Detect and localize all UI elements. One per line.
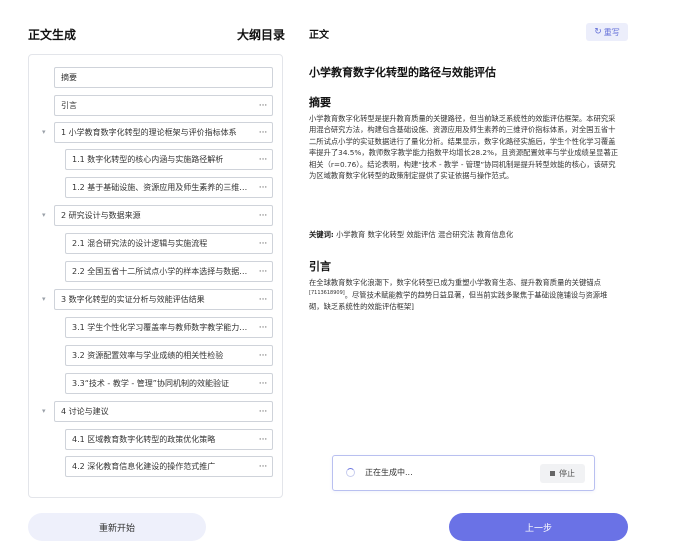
panel-title: 正文生成 <box>28 28 77 42</box>
outline-item[interactable]: 2.1 混合研究法的设计逻辑与实施流程 ··· <box>65 233 273 254</box>
outline-item[interactable]: 1.2 基于基础设施、资源应用及师生素养的三维评价 ··· <box>65 177 273 198</box>
stop-button[interactable]: 停止 <box>540 464 585 483</box>
more-options-icon[interactable]: ··· <box>254 351 272 361</box>
expand-caret-icon[interactable]: ▾ <box>42 211 46 219</box>
outline-item[interactable]: 引言 ··· <box>54 95 273 116</box>
expand-caret-icon[interactable]: ▾ <box>42 295 46 303</box>
generating-status: 正在生成中... 停止 <box>332 455 595 491</box>
citation: [7113618909] <box>309 290 345 297</box>
outline-item[interactable]: 4 讨论与建议 ··· <box>54 401 273 422</box>
outline-item-label: 1.1 数字化转型的核心内涵与实施路径解析 <box>72 155 224 164</box>
more-options-icon[interactable]: ··· <box>254 155 272 165</box>
abstract-heading: 摘要 <box>309 96 331 109</box>
outline-item-label: 3.2 资源配置效率与学业成绩的相关性检验 <box>72 351 224 360</box>
keywords: 关键词: 小学教育 数字化转型 效能评估 混合研究法 教育信息化 <box>309 230 619 240</box>
outline-item-label: 3 数字化转型的实证分析与效能评估结果 <box>61 295 205 304</box>
rewrite-label: 重写 <box>603 27 620 37</box>
expand-caret-icon[interactable]: ▾ <box>42 407 46 415</box>
more-options-icon[interactable]: ··· <box>254 435 272 445</box>
more-options-icon[interactable]: ··· <box>254 183 272 193</box>
rewrite-button[interactable]: ↻ 重写 <box>586 23 628 41</box>
document-title: 小学教育数字化转型的路径与效能评估 <box>309 66 496 79</box>
more-options-icon[interactable]: ··· <box>254 101 272 111</box>
more-options-icon[interactable]: ··· <box>254 379 272 389</box>
outline-item[interactable]: 4.1 区域教育数字化转型的政策优化策略 ··· <box>65 429 273 450</box>
intro-heading: 引言 <box>309 260 331 273</box>
keywords-text: 小学教育 数字化转型 效能评估 混合研究法 教育信息化 <box>336 230 514 239</box>
outline-item[interactable]: 1.1 数字化转型的核心内涵与实施路径解析 ··· <box>65 149 273 170</box>
refresh-icon: ↻ <box>594 27 602 37</box>
outline-item[interactable]: 2 研究设计与数据来源 ··· <box>54 205 273 226</box>
more-options-icon[interactable]: ··· <box>254 323 272 333</box>
intro-text: 在全球教育数字化浪潮下，数字化转型已成为重塑小学教育生态、提升教育质量的关键锚点… <box>309 277 619 313</box>
outline-item[interactable]: 2.2 全国五省十二所试点小学的样本选择与数据收集 ··· <box>65 261 273 282</box>
outline-item-label: 1.2 基于基础设施、资源应用及师生素养的三维评价 <box>72 183 254 192</box>
outline-item-label: 2 研究设计与数据来源 <box>61 211 141 220</box>
keywords-label: 关键词: <box>309 230 334 239</box>
restart-button[interactable]: 重新开始 <box>28 513 206 541</box>
more-options-icon[interactable]: ··· <box>254 128 272 138</box>
abstract-text: 小学教育数字化转型是提升教育质量的关键路径，但当前缺乏系统性的效能评估框架。本研… <box>309 114 619 181</box>
more-options-icon[interactable]: ··· <box>254 295 272 305</box>
stop-label: 停止 <box>559 469 575 478</box>
stop-icon <box>550 471 555 476</box>
outline-item-label: 2.2 全国五省十二所试点小学的样本选择与数据收集 <box>72 267 254 276</box>
outline-item-label: 2.1 混合研究法的设计逻辑与实施流程 <box>72 239 208 248</box>
outline-item[interactable]: 3 数字化转型的实证分析与效能评估结果 ··· <box>54 289 273 310</box>
outline-item[interactable]: 4.2 深化教育信息化建设的操作范式推广 ··· <box>65 456 273 477</box>
outline-item[interactable]: 3.1 学生个性化学习覆盖率与教师数字教学能力分析 ··· <box>65 317 273 338</box>
intro-text-part-1: 在全球教育数字化浪潮下，数字化转型已成为重塑小学教育生态、提升教育质量的关键锚点 <box>309 278 601 287</box>
outline-item[interactable]: 1 小学教育数字化转型的理论框架与评价指标体系 ··· <box>54 122 273 143</box>
outline-title: 大纲目录 <box>237 28 286 42</box>
outline-item-label: 4.1 区域教育数字化转型的政策优化策略 <box>72 435 216 444</box>
outline-item-label: 摘要 <box>61 73 77 82</box>
outline-item[interactable]: 摘要 <box>54 67 273 88</box>
more-options-icon[interactable]: ··· <box>254 239 272 249</box>
expand-caret-icon[interactable]: ▾ <box>42 128 46 136</box>
outline-item[interactable]: 3.3“技术 - 教学 - 管理”协同机制的效能验证 ··· <box>65 373 273 394</box>
body-title: 正文 <box>309 30 329 41</box>
loading-spinner-icon <box>346 468 355 477</box>
outline-item-label: 4.2 深化教育信息化建设的操作范式推广 <box>72 462 216 471</box>
outline-item-label: 3.1 学生个性化学习覆盖率与教师数字教学能力分析 <box>72 323 254 332</box>
more-options-icon[interactable]: ··· <box>254 267 272 277</box>
outline-item-label: 引言 <box>61 101 77 110</box>
outline-item-label: 1 小学教育数字化转型的理论框架与评价指标体系 <box>61 128 237 137</box>
more-options-icon[interactable]: ··· <box>254 407 272 417</box>
outline-item-label: 3.3“技术 - 教学 - 管理”协同机制的效能验证 <box>72 379 229 388</box>
outline-item-label: 4 讨论与建议 <box>61 407 109 416</box>
previous-step-button[interactable]: 上一步 <box>449 513 628 541</box>
generating-label: 正在生成中... <box>365 468 413 477</box>
more-options-icon[interactable]: ··· <box>254 462 272 472</box>
intro-text-part-2: 。尽管技术赋能教学的趋势日益显著，但当前实践多聚焦于基础设施铺设与资源堆砌，缺乏… <box>309 290 608 312</box>
outline-item[interactable]: 3.2 资源配置效率与学业成绩的相关性检验 ··· <box>65 345 273 366</box>
more-options-icon[interactable]: ··· <box>254 211 272 221</box>
outline-panel: 摘要 引言 ··· ▾ 1 小学教育数字化转型的理论框架与评价指标体系 ··· 1.1 数字… <box>28 54 283 498</box>
